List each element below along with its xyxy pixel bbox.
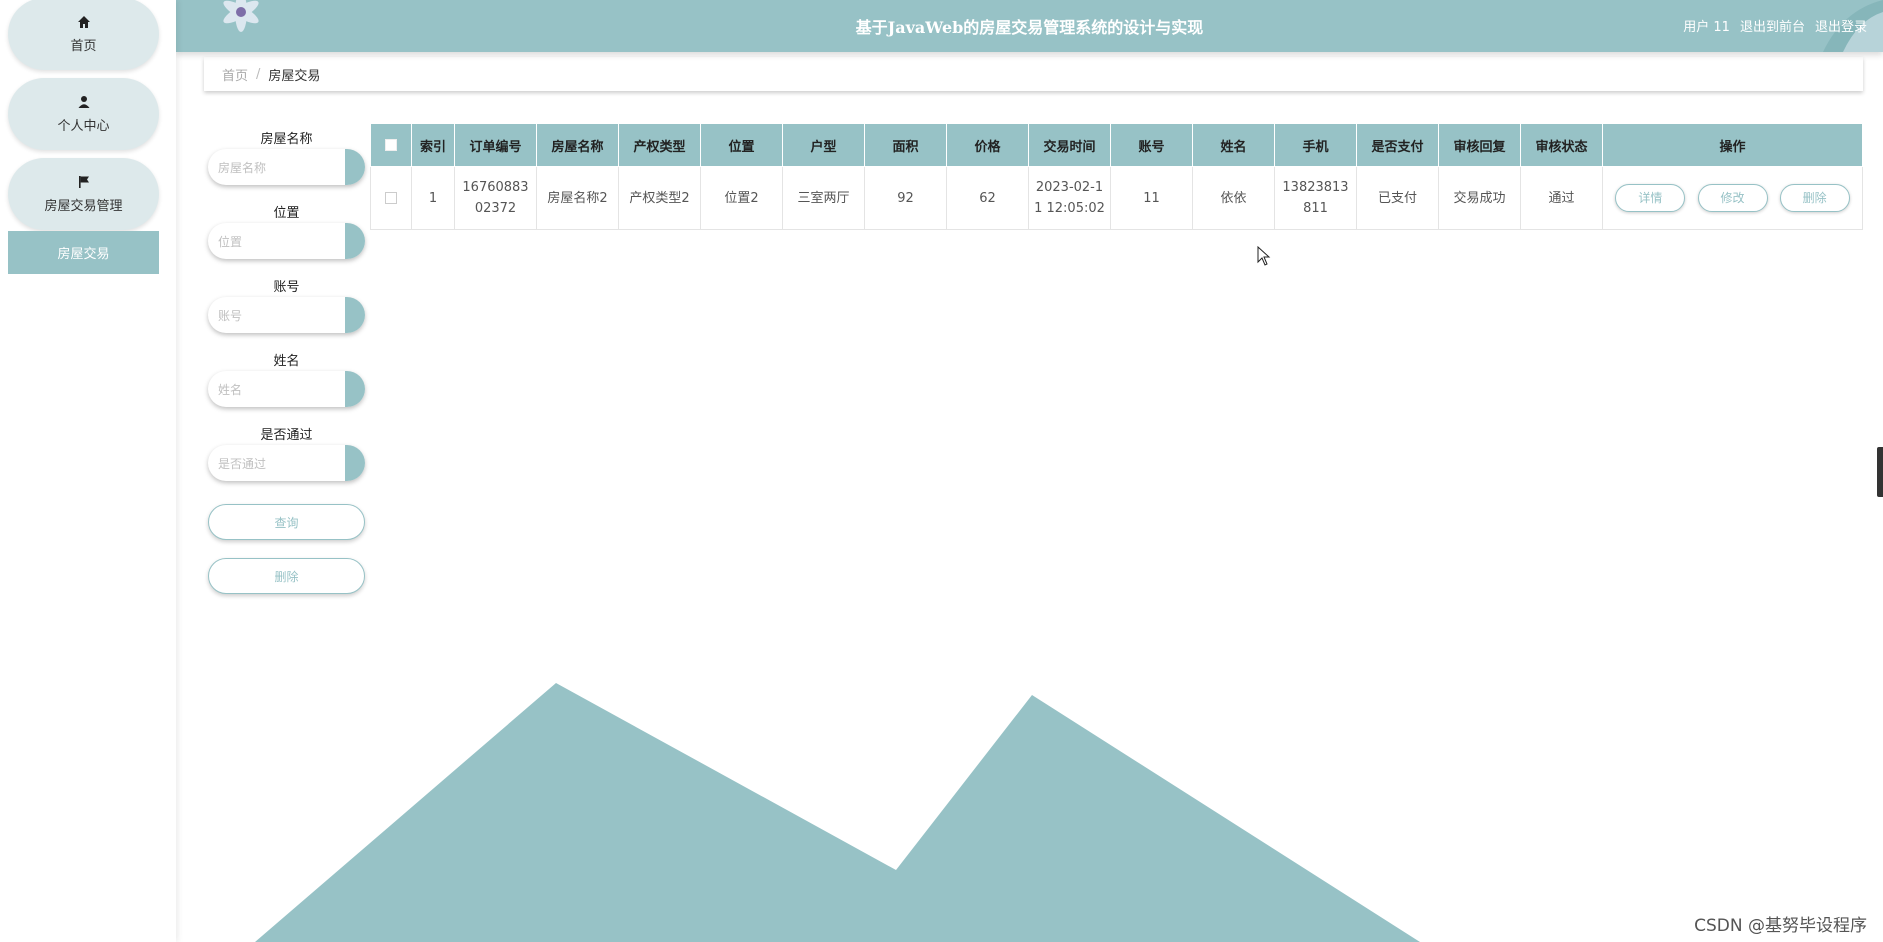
order-no-line2: 02372 [474, 201, 517, 216]
row-checkbox[interactable] [385, 192, 397, 204]
row-select-cell[interactable] [370, 166, 412, 230]
name-field[interactable] [208, 371, 365, 407]
side-scroll-handle[interactable] [1877, 447, 1883, 497]
input-accent [345, 371, 365, 407]
cell-price: 62 [946, 166, 1029, 230]
cell-paid: 已支付 [1356, 166, 1439, 230]
cell-house-name: 房屋名称2 [536, 166, 619, 230]
order-no-line1: 16760883 [462, 180, 529, 195]
sidebar-item-house-trade-management[interactable]: 房屋交易管理 [8, 158, 159, 230]
trade-time-line1: 2023-02-1 [1035, 180, 1104, 195]
col-header: 审核状态 [1520, 123, 1603, 167]
logout-link[interactable]: 退出登录 [1815, 16, 1867, 35]
sidebar-item-home[interactable]: 首页 [8, 0, 159, 70]
sidebar-subitem-house-trade[interactable]: 房屋交易 [8, 231, 159, 274]
col-header: 产权类型 [618, 123, 701, 167]
cell-actions: 详情 修改 删除 [1602, 166, 1863, 230]
breadcrumb-home[interactable]: 首页 [222, 65, 248, 84]
location-input[interactable] [208, 223, 350, 259]
delete-button[interactable]: 删除 [1779, 184, 1850, 212]
house-name-input[interactable] [208, 149, 350, 185]
passed-select[interactable] [208, 445, 365, 481]
col-header: 户型 [782, 123, 865, 167]
table-row: 1 16760883 02372 房屋名称2 产权类型2 位置2 三室两厅 92 … [370, 166, 1863, 230]
edit-button[interactable]: 修改 [1697, 184, 1768, 212]
table-header-row: 索引 订单编号 房屋名称 产权类型 位置 户型 面积 价格 交易时间 账号 姓名… [370, 123, 1863, 167]
col-header: 账号 [1110, 123, 1193, 167]
query-button[interactable]: 查询 [208, 504, 365, 540]
cell-property-type: 产权类型2 [618, 166, 701, 230]
cell-location: 位置2 [700, 166, 783, 230]
account-field[interactable] [208, 297, 365, 333]
col-header: 是否支付 [1356, 123, 1439, 167]
col-header: 审核回复 [1438, 123, 1521, 167]
current-user: 用户 11 [1683, 20, 1730, 35]
cell-name: 依依 [1192, 166, 1275, 230]
col-header: 房屋名称 [536, 123, 619, 167]
cell-index: 1 [411, 166, 455, 230]
col-header: 索引 [411, 123, 455, 167]
cell-phone: 13823813 811 [1274, 166, 1357, 230]
house-trade-table: 索引 订单编号 房屋名称 产权类型 位置 户型 面积 价格 交易时间 账号 姓名… [370, 123, 1863, 230]
name-label: 姓名 [273, 354, 300, 369]
phone-line2: 811 [1303, 201, 1328, 216]
cell-layout: 三室两厅 [782, 166, 865, 230]
cell-trade-time: 2023-02-1 1 12:05:02 [1028, 166, 1111, 230]
col-header: 交易时间 [1028, 123, 1111, 167]
watermark: CSDN @基努毕设程序 [1694, 916, 1867, 936]
input-accent [345, 223, 365, 259]
input-accent [345, 149, 365, 185]
trade-time-line2: 1 12:05:02 [1034, 201, 1105, 216]
top-header: 基于JavaWeb的房屋交易管理系统的设计与实现 用户 11 退出到前台 退出登… [176, 0, 1883, 52]
input-accent [345, 445, 365, 481]
account-label: 账号 [273, 280, 300, 295]
sidebar: 首页 个人中心 房屋交易管理 房屋交易 [0, 0, 176, 942]
sidebar-item-profile[interactable]: 个人中心 [8, 78, 159, 150]
home-icon [77, 15, 90, 28]
select-all-checkbox[interactable] [385, 139, 397, 151]
sidebar-item-label: 首页 [70, 38, 97, 54]
breadcrumb-separator: / [256, 66, 261, 82]
detail-button[interactable]: 详情 [1615, 184, 1686, 212]
cell-review-reply: 交易成功 [1438, 166, 1521, 230]
breadcrumb-current: 房屋交易 [268, 68, 321, 84]
location-field[interactable] [208, 223, 365, 259]
mouse-cursor-icon [1257, 246, 1271, 266]
breadcrumb: 首页 / 房屋交易 [204, 57, 1863, 91]
name-input[interactable] [208, 371, 350, 407]
col-header: 姓名 [1192, 123, 1275, 167]
cell-order-no: 16760883 02372 [454, 166, 537, 230]
phone-line1: 13823813 [1282, 180, 1349, 195]
sidebar-item-label: 个人中心 [57, 118, 110, 134]
col-header: 订单编号 [454, 123, 537, 167]
cell-area: 92 [864, 166, 947, 230]
app-title: 基于JavaWeb的房屋交易管理系统的设计与实现 [855, 18, 1204, 37]
col-header: 操作 [1602, 123, 1863, 167]
delete-selected-button[interactable]: 删除 [208, 558, 365, 594]
col-header: 手机 [1274, 123, 1357, 167]
cell-review-status: 通过 [1520, 166, 1603, 230]
location-label: 位置 [273, 206, 300, 221]
house-name-field[interactable] [208, 149, 365, 185]
cell-account: 11 [1110, 166, 1193, 230]
col-header: 价格 [946, 123, 1029, 167]
select-all-cell[interactable] [370, 123, 412, 167]
user-icon [78, 95, 89, 108]
exit-to-front-link[interactable]: 退出到前台 [1740, 16, 1805, 35]
input-accent [345, 297, 365, 333]
sidebar-item-label: 房屋交易管理 [44, 198, 123, 214]
house-name-label: 房屋名称 [260, 132, 313, 147]
flag-icon [78, 175, 89, 188]
header-user-menu: 用户 11 退出到前台 退出登录 [1683, 16, 1867, 35]
passed-label: 是否通过 [260, 428, 313, 443]
search-panel: 房屋名称 位置 账号 姓名 是否通过 查询 删除 [208, 130, 365, 594]
col-header: 面积 [864, 123, 947, 167]
col-header: 位置 [700, 123, 783, 167]
account-input[interactable] [208, 297, 350, 333]
passed-input[interactable] [208, 445, 350, 481]
